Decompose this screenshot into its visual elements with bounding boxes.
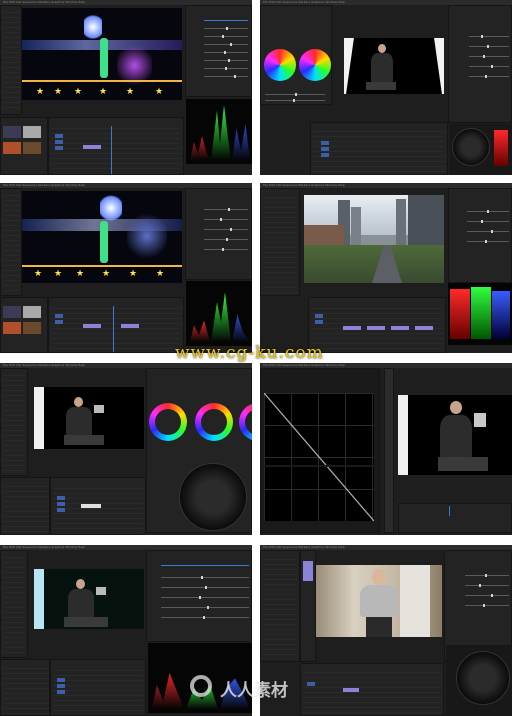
vectorscope	[446, 645, 512, 716]
rgb-parade-scope	[448, 283, 512, 345]
star-icon: ★	[54, 269, 63, 279]
star-icon: ★	[155, 87, 164, 97]
star-icon: ★	[74, 87, 83, 97]
program-monitor: ★ ★ ★ ★ ★ ★	[22, 8, 182, 100]
source-panel	[0, 368, 28, 476]
star-icon: ★	[129, 269, 138, 279]
star-icon: ★	[156, 269, 165, 279]
color-wheel-icon[interactable]	[264, 49, 296, 81]
timeline-panel	[48, 297, 184, 353]
program-monitor	[304, 195, 444, 283]
curves-panel	[260, 368, 381, 533]
project-panel	[260, 188, 300, 296]
logo-ring-icon	[190, 675, 212, 697]
lumetri-panel	[146, 368, 252, 533]
source-panel	[0, 550, 28, 658]
lumetri-panel	[185, 5, 252, 97]
star-icon: ★	[126, 87, 135, 97]
project-panel	[260, 550, 300, 662]
vectorscope-icon	[452, 128, 490, 166]
transport-controls	[398, 503, 512, 533]
color-wheel-icon[interactable]	[195, 403, 233, 441]
lumetri-panel	[384, 368, 394, 533]
star-icon: ★	[102, 269, 111, 279]
playhead-icon[interactable]	[113, 306, 114, 352]
vectorscope	[450, 124, 512, 175]
tile-2: File Edit Clip Sequence Markers Graphics…	[260, 0, 512, 175]
source-panel	[0, 188, 22, 296]
program-monitor	[34, 569, 144, 629]
playhead-icon[interactable]	[111, 126, 112, 174]
logo-watermark: 人人素材	[190, 673, 320, 701]
project-panel	[0, 297, 48, 353]
vectorscope-icon	[179, 463, 247, 531]
logo-text: 人人素材	[220, 681, 288, 701]
program-monitor: ★ ★ ★ ★ ★ ★	[22, 191, 182, 283]
tile-1: File Edit Clip Sequence Markers Graphics…	[0, 0, 252, 175]
rgb-parade-scope	[186, 99, 252, 164]
timeline-panel	[50, 659, 146, 716]
project-panel	[0, 659, 50, 716]
project-panel	[0, 117, 48, 175]
timeline-panel	[50, 477, 146, 535]
tile-6: File Edit Clip Sequence Markers Graphics…	[260, 363, 512, 535]
timeline-panel	[310, 122, 448, 175]
star-icon: ★	[36, 87, 45, 97]
star-icon: ★	[99, 87, 108, 97]
program-monitor	[34, 387, 144, 449]
tile-4: File Edit Clip Sequence Markers Graphics…	[260, 183, 512, 353]
site-watermark: www.cg-ku.com	[175, 343, 324, 363]
vectorscope-icon	[456, 651, 510, 705]
color-wheel-icon[interactable]	[149, 403, 187, 441]
star-icon: ★	[34, 269, 43, 279]
project-panel	[0, 477, 50, 535]
tile-5: File Edit Clip Sequence Markers Graphics…	[0, 363, 252, 535]
lumetri-panel	[185, 188, 252, 280]
program-monitor	[316, 565, 442, 637]
effect-controls	[448, 188, 512, 283]
timeline-panel	[48, 117, 184, 175]
timeline-panel	[300, 663, 444, 716]
tile-3: File Edit Clip Sequence Markers Graphics…	[0, 183, 252, 353]
rgb-parade-scope	[186, 281, 252, 346]
lumetri-panel	[146, 550, 252, 642]
lumetri-panel	[260, 5, 332, 105]
lumetri-panel	[300, 550, 316, 662]
source-panel	[0, 5, 22, 115]
playhead-icon[interactable]	[449, 506, 450, 516]
timeline-panel	[308, 297, 446, 353]
program-monitor	[398, 395, 512, 475]
program-monitor	[344, 38, 444, 94]
star-icon: ★	[76, 269, 85, 279]
color-wheel-icon[interactable]	[299, 49, 331, 81]
effect-controls	[448, 5, 512, 123]
color-wheel-icon[interactable]	[239, 403, 252, 441]
star-icon: ★	[54, 87, 63, 97]
